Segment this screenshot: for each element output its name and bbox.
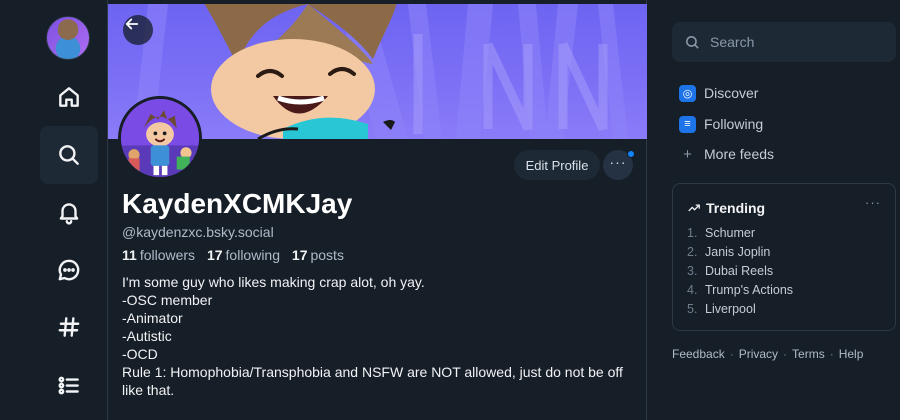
trend-rank: 4. xyxy=(687,283,698,297)
feed-discover[interactable]: ◎ Discover xyxy=(679,83,758,103)
back-button[interactable] xyxy=(123,15,153,45)
avatar-art xyxy=(121,99,199,177)
home-icon xyxy=(59,87,79,107)
nav-lists[interactable] xyxy=(40,356,98,414)
footer-privacy-link[interactable]: Privacy xyxy=(739,347,778,361)
following-stat[interactable]: 17 following xyxy=(207,247,280,263)
trending-item[interactable]: 2. Janis Joplin xyxy=(687,245,793,264)
chat-icon xyxy=(58,259,80,281)
footer-separator: · xyxy=(783,347,788,361)
trend-label: Trump's Actions xyxy=(705,283,794,297)
followers-stat[interactable]: 11 followers xyxy=(122,247,195,263)
trend-rank: 1. xyxy=(687,226,698,240)
trend-label: Liverpool xyxy=(705,302,756,316)
trending-arrow-icon xyxy=(688,204,700,212)
following-count: 17 xyxy=(206,247,223,263)
trending-panel: Trending ··· 1. Schumer 2. Janis Joplin 3.… xyxy=(672,183,896,331)
nav-user-avatar[interactable] xyxy=(46,16,90,60)
trending-header: Trending xyxy=(687,200,765,216)
followers-label: followers xyxy=(139,247,196,263)
trend-rank: 3. xyxy=(687,264,698,278)
bio-line: I'm some guy who likes making crap alot,… xyxy=(122,274,425,290)
posts-label: posts xyxy=(310,247,344,263)
discover-feed-icon: ◎ xyxy=(679,84,696,102)
plus-icon: + xyxy=(683,145,692,163)
footer-links: Feedback · Privacy · Terms · Help xyxy=(672,347,863,361)
search-input[interactable] xyxy=(710,34,880,50)
posts-count: 17 xyxy=(291,247,308,263)
nav-notifications[interactable] xyxy=(40,183,98,241)
more-dots-icon: ··· xyxy=(609,154,627,170)
footer-help-link[interactable]: Help xyxy=(839,347,864,361)
bio-line: -Autistic xyxy=(122,328,172,344)
following-feed-icon: ≡ xyxy=(679,115,696,133)
more-options-button[interactable]: ··· xyxy=(603,150,635,180)
posts-stat: 17 posts xyxy=(292,247,344,263)
profile-avatar[interactable] xyxy=(118,96,202,180)
footer-separator: · xyxy=(829,347,834,361)
trending-item[interactable]: 1. Schumer xyxy=(687,226,793,245)
nav-search[interactable] xyxy=(40,126,98,184)
edit-profile-button[interactable]: Edit Profile xyxy=(514,150,600,180)
trend-rank: 5. xyxy=(687,302,698,316)
bio-line: Rule 1: Homophobia/Transphobia and NSFW … xyxy=(122,364,623,398)
bio-line: -OCD xyxy=(122,346,158,362)
hashtag-icon xyxy=(58,317,80,337)
feed-discover-label: Discover xyxy=(704,85,759,101)
search-bar[interactable] xyxy=(672,22,896,62)
trend-label: Janis Joplin xyxy=(705,245,771,259)
display-name: KaydenXCMKJay xyxy=(122,188,353,219)
search-icon xyxy=(686,35,699,49)
trend-label: Schumer xyxy=(705,226,756,240)
nav-home[interactable] xyxy=(40,68,98,126)
trending-item[interactable]: 5. Liverpool xyxy=(687,302,793,321)
nav-feeds[interactable] xyxy=(40,298,98,356)
search-icon xyxy=(59,145,79,165)
list-icon xyxy=(58,376,79,395)
bio-line: -Animator xyxy=(122,310,183,326)
trending-item[interactable]: 4. Trump's Actions xyxy=(687,283,793,302)
footer-separator: · xyxy=(729,347,734,361)
trend-rank: 2. xyxy=(687,245,698,259)
bell-icon xyxy=(59,203,79,225)
app-root: Edit Profile ··· KaydenXCMKJay @kaydenzx… xyxy=(0,0,900,420)
profile-handle: @kaydenzxc.bsky.social xyxy=(122,224,274,240)
feed-following[interactable]: ≡ Following xyxy=(679,114,763,134)
nav-chat[interactable] xyxy=(40,241,98,299)
notification-dot xyxy=(627,150,635,158)
trend-label: Dubai Reels xyxy=(705,264,774,278)
following-label: following xyxy=(225,247,281,263)
bio-line: -OSC member xyxy=(122,292,213,308)
trending-list: 1. Schumer 2. Janis Joplin 3. Dubai Reels 4… xyxy=(687,226,793,321)
followers-count: 11 xyxy=(122,247,137,263)
feed-following-label: Following xyxy=(704,116,764,132)
feed-more[interactable]: + More feeds xyxy=(679,144,774,164)
arrow-left-icon xyxy=(125,18,139,30)
trending-title: Trending xyxy=(706,200,766,216)
profile-stats: 11 followers 17 following 17 posts xyxy=(122,247,352,263)
feed-more-label: More feeds xyxy=(704,146,775,162)
trending-more-button[interactable]: ··· xyxy=(865,195,881,210)
footer-feedback-link[interactable]: Feedback xyxy=(672,347,725,361)
left-nav xyxy=(0,0,107,420)
profile-bio: I'm some guy who likes making crap alot,… xyxy=(122,273,632,399)
profile-column: Edit Profile ··· KaydenXCMKJay @kaydenzx… xyxy=(107,0,647,420)
trending-item[interactable]: 3. Dubai Reels xyxy=(687,264,793,283)
footer-terms-link[interactable]: Terms xyxy=(792,347,825,361)
